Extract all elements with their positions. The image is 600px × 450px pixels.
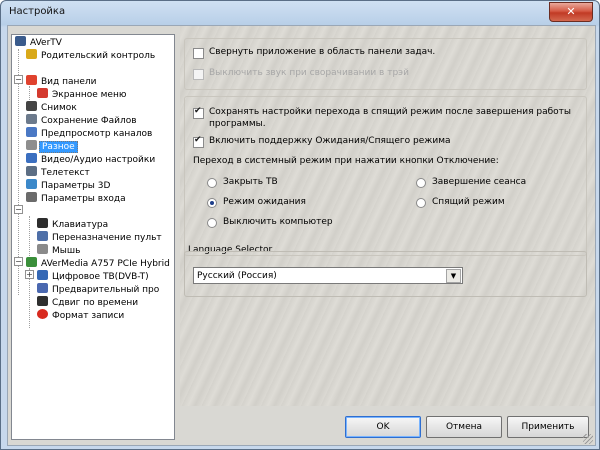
language-selector-group: Русский (Россия) ▼ <box>184 251 587 297</box>
mute-when-minimized-label: Выключить звук при сворачивании в трэй <box>209 68 409 78</box>
tree-item-keyboard[interactable]: Клавиатура <box>37 218 110 231</box>
preview-icon <box>37 283 48 293</box>
minimize-to-tray-checkbox[interactable] <box>193 48 204 59</box>
digital-tv-icon <box>37 270 48 280</box>
settings-content-panel: Свернуть приложение в область панели зад… <box>180 26 595 406</box>
radio-sleep-mode[interactable] <box>416 198 426 208</box>
tree-item-channel-preview[interactable]: Предпросмотр каналов <box>26 127 154 140</box>
radio-close-tv[interactable] <box>207 178 217 188</box>
tree-item-timeshift[interactable]: Сдвиг по времени <box>37 296 140 309</box>
minimize-to-tray-label: Свернуть приложение в область панели зад… <box>209 47 436 57</box>
save-files-icon <box>26 114 37 124</box>
tree-item-avertv[interactable]: AVerTV <box>15 36 64 49</box>
radio-sleep-mode-label: Спящий режим <box>432 197 505 207</box>
panel-view-icon <box>26 75 37 85</box>
tree-guide-line <box>29 216 30 260</box>
expander-digital-tv[interactable]: + <box>25 270 34 279</box>
save-transition-settings-label-line1: Сохранять настройки перехода в спящий ре… <box>209 107 572 117</box>
tree-item-preview[interactable]: Предварительный про <box>37 283 161 296</box>
tree-item-remote-remap[interactable]: Переназначение пульт <box>37 231 164 244</box>
avertv-app-icon <box>15 36 26 46</box>
title-bar[interactable]: Настройка ✕ <box>1 1 599 25</box>
language-select-value: Русский (Россия) <box>197 271 277 281</box>
dialog-client-area: − − − + AVerTV Родительский контроль Вид… <box>7 25 596 446</box>
tree-item-misc[interactable]: Разное <box>26 140 78 153</box>
chevron-down-icon[interactable]: ▼ <box>446 269 461 283</box>
tree-item-teletext[interactable]: Телетекст <box>26 166 92 179</box>
tree-item-digital-tv[interactable]: Цифровое ТВ(DVB-T) <box>37 270 151 283</box>
tree-item-osd-menu[interactable]: Экранное меню <box>37 88 128 101</box>
tree-item-panel-view[interactable]: Вид панели <box>26 75 99 88</box>
keyboard-icon <box>37 218 48 228</box>
remote-remap-icon <box>37 231 48 241</box>
mute-when-minimized-checkbox[interactable] <box>193 69 204 80</box>
tree-item-save-files[interactable]: Сохранение Файлов <box>26 114 139 127</box>
lock-icon <box>26 49 37 59</box>
gear-3d-icon <box>26 179 37 189</box>
expander-avermedia[interactable]: − <box>14 257 23 266</box>
enable-standby-checkbox[interactable] <box>193 135 204 148</box>
radio-end-session-label: Завершение сеанса <box>432 177 527 187</box>
camera-icon <box>26 101 37 111</box>
tree-item-3d-params[interactable]: Параметры 3D <box>26 179 112 192</box>
cancel-button[interactable]: Отмена <box>426 416 502 438</box>
ok-button[interactable]: OK <box>345 416 421 438</box>
mouse-icon <box>37 244 48 254</box>
settings-tree[interactable]: − − − + AVerTV Родительский контроль Вид… <box>11 34 175 440</box>
save-transition-settings-label-line2: программы. <box>209 119 266 129</box>
tree-item-snapshot[interactable]: Снимок <box>26 101 79 114</box>
language-select[interactable]: Русский (Россия) ▼ <box>193 267 463 284</box>
save-transition-settings-checkbox[interactable] <box>193 106 204 119</box>
input-params-icon <box>26 192 37 202</box>
close-button[interactable]: ✕ <box>549 2 593 22</box>
tree-item-record-format[interactable]: Формат записи <box>37 309 126 322</box>
tree-item-input-params[interactable]: Параметры входа <box>26 192 128 205</box>
tray-options-group: Свернуть приложение в область панели зад… <box>184 38 587 90</box>
radio-close-tv-label: Закрыть ТВ <box>223 177 278 187</box>
expander-vid-paneli[interactable]: − <box>14 75 23 84</box>
radio-standby[interactable] <box>207 198 217 208</box>
resize-grip[interactable] <box>583 434 593 444</box>
power-options-group: Сохранять настройки перехода в спящий ре… <box>184 96 587 256</box>
settings-window: Настройка ✕ − − − + AVerTV Родительский … <box>0 0 600 450</box>
tools-icon <box>26 153 37 163</box>
teletext-icon <box>26 166 37 176</box>
timeshift-icon <box>37 296 48 306</box>
tuner-card-icon <box>26 257 37 267</box>
tree-item-mouse[interactable]: Мышь <box>37 244 82 257</box>
close-icon: ✕ <box>566 5 576 18</box>
preview-channels-icon <box>26 127 37 137</box>
radio-shutdown-computer[interactable] <box>207 218 217 228</box>
apply-button[interactable]: Применить <box>507 416 589 438</box>
tree-item-avermedia-card[interactable]: AVerMedia A757 PCIe Hybrid <box>26 257 172 270</box>
window-title: Настройка <box>9 6 66 17</box>
expander-parametry-vhoda[interactable]: − <box>14 205 23 214</box>
enable-standby-label: Включить поддержку Ожидания/Спящего режи… <box>209 136 451 146</box>
tree-item-parental-control[interactable]: Родительский контроль <box>26 49 157 62</box>
system-mode-heading: Переход в системный режим при нажатии кн… <box>193 156 499 166</box>
misc-icon <box>26 140 37 150</box>
record-icon <box>37 309 48 319</box>
osd-menu-icon <box>37 88 48 98</box>
radio-shutdown-computer-label: Выключить компьютер <box>223 217 333 227</box>
tree-item-video-audio[interactable]: Видео/Аудио настройки <box>26 153 157 166</box>
radio-end-session[interactable] <box>416 178 426 188</box>
radio-standby-label: Режим ожидания <box>223 197 306 207</box>
